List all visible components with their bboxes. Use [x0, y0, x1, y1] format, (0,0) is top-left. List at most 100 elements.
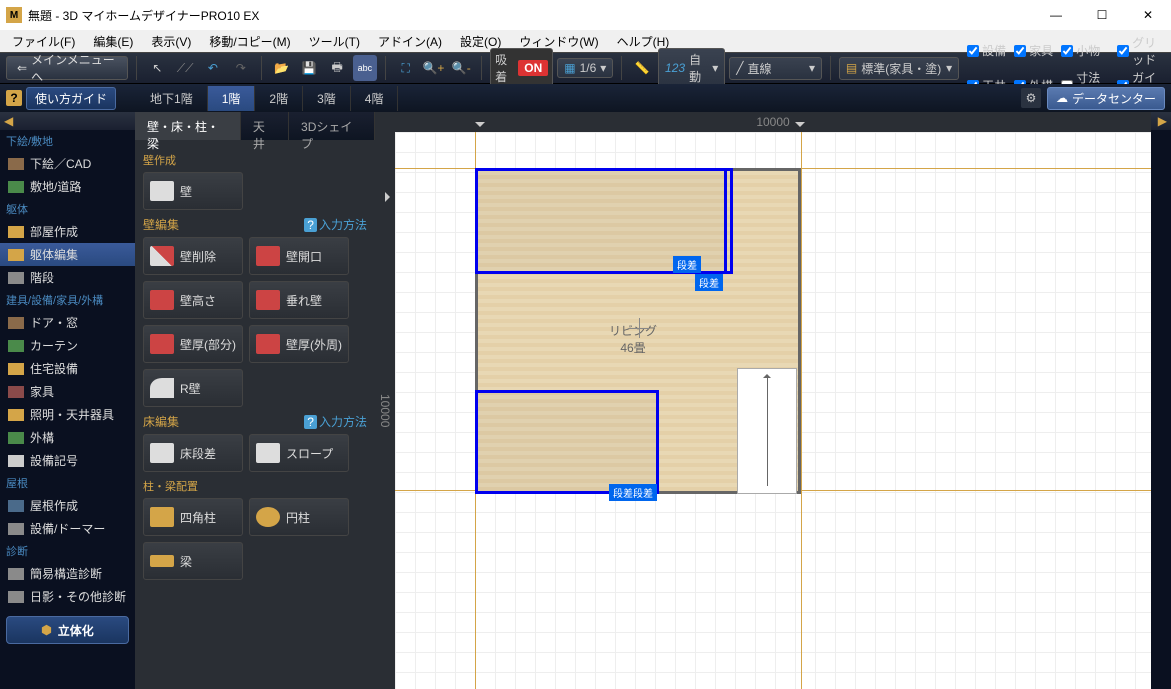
palette-tabs: 壁・床・柱・梁 天井 3Dシェイプ [135, 112, 375, 140]
redo-button[interactable]: ↷ [229, 55, 253, 81]
btn-wall-delete[interactable]: 壁削除 [143, 237, 243, 275]
btn-sq-column[interactable]: 四角柱 [143, 498, 243, 536]
pal-tab-ceiling[interactable]: 天井 [241, 112, 289, 140]
floor-1[interactable]: 1階 [208, 86, 256, 111]
nav-stair[interactable]: 階段 [0, 266, 135, 289]
help-icon[interactable]: ? [6, 90, 22, 106]
step-region-1b [719, 168, 733, 274]
guide-v2 [801, 132, 802, 689]
nav-room[interactable]: 部屋作成 [0, 220, 135, 243]
fit-button[interactable]: ⛶ [394, 55, 418, 81]
zoom-out-button[interactable]: 🔍- [449, 55, 473, 81]
nav-housing[interactable]: 住宅設備 [0, 357, 135, 380]
help-wall-edit[interactable]: ?入力方法 [304, 216, 367, 233]
btn-rd-column[interactable]: 円柱 [249, 498, 349, 536]
btn-slope[interactable]: スロープ [249, 434, 349, 472]
grid-icon: ▦ [564, 61, 575, 75]
sec-floor-edit: 床編集 ?入力方法 [143, 413, 367, 430]
nav-symbol[interactable]: 設備記号 [0, 449, 135, 472]
palette: 壁・床・柱・梁 天井 3Dシェイプ 壁作成 壁 壁編集 ?入力方法 壁削除 壁開… [135, 112, 375, 689]
nav-edit[interactable]: 躯体編集 [0, 243, 135, 266]
btn-wall-height[interactable]: 壁高さ [143, 281, 243, 319]
floor-2[interactable]: 2階 [255, 86, 303, 111]
btn-wall-thick-out[interactable]: 壁厚(外周) [249, 325, 349, 363]
floor-3[interactable]: 3階 [303, 86, 351, 111]
help-floor-edit[interactable]: ?入力方法 [304, 413, 367, 430]
snap-toggle[interactable]: 吸着 ON [490, 48, 553, 88]
nav-roof[interactable]: 屋根作成 [0, 494, 135, 517]
nav-door[interactable]: ドア・窓 [0, 311, 135, 334]
menu-move[interactable]: 移動/コピー(M) [201, 31, 298, 52]
num-icon: 123 [665, 61, 685, 75]
menu-tool[interactable]: ツール(T) [301, 31, 368, 52]
menu-edit[interactable]: 編集(E) [85, 31, 141, 52]
chevron-down-icon: ▾ [600, 61, 606, 75]
floor-4[interactable]: 4階 [351, 86, 399, 111]
arrow-icon [767, 376, 768, 486]
layer-dropdown[interactable]: ▤ 標準(家具・塗) ▾ [839, 57, 959, 80]
multi-tool[interactable]: ⟋⟋ [173, 55, 197, 81]
maximize-button[interactable]: ☐ [1079, 0, 1125, 30]
undo-button[interactable]: ↶ [201, 55, 225, 81]
nav-cad[interactable]: 下絵／CAD [0, 152, 135, 175]
arrow-left-icon: ⇐ [17, 61, 27, 75]
ruler-corner [375, 112, 395, 132]
menu-view[interactable]: 表示(V) [143, 31, 199, 52]
btn-floor-step[interactable]: 床段差 [143, 434, 243, 472]
zoom-in-button[interactable]: 🔍+ [422, 55, 446, 81]
grid-ratio-dropdown[interactable]: ▦ 1/6 ▾ [557, 58, 613, 78]
nav-dormer[interactable]: 設備/ドーマー [0, 517, 135, 540]
chk-grid[interactable]: グリッド [1117, 34, 1165, 68]
auto-dropdown[interactable]: 123 自動 ▾ [658, 48, 725, 88]
save-button[interactable]: 💾 [297, 55, 321, 81]
btn-wall[interactable]: 壁 [143, 172, 243, 210]
btn-wall-thick-part[interactable]: 壁厚(部分) [143, 325, 243, 363]
pal-tab-3dshape[interactable]: 3Dシェイプ [289, 112, 375, 140]
open-button[interactable]: 📂 [270, 55, 294, 81]
select-tool[interactable]: ↖ [145, 55, 169, 81]
ruler-tool[interactable]: 📏 [630, 55, 654, 81]
mainmenu-button[interactable]: ⇐ メインメニューへ [6, 56, 128, 80]
nav-site[interactable]: 敷地/道路 [0, 175, 135, 198]
print-button[interactable]: 🖶 [325, 55, 349, 81]
make-3d-button[interactable]: ⬢ 立体化 [6, 616, 129, 644]
titlebar: M 無題 - 3D マイホームデザイナーPRO10 EX — ☐ ✕ [0, 0, 1171, 30]
chk-furniture[interactable]: 家具 [1014, 34, 1053, 68]
chk-equipment[interactable]: 設備 [967, 34, 1006, 68]
btn-wall-opening[interactable]: 壁開口 [249, 237, 349, 275]
left-sidebar: ◀ 下絵/敷地 下絵／CAD 敷地/道路 躯体 部屋作成 躯体編集 階段 建具/… [0, 112, 135, 689]
close-button[interactable]: ✕ [1125, 0, 1171, 30]
ruler-horizontal: 10000 [395, 112, 1151, 132]
nav-exterior[interactable]: 外構 [0, 426, 135, 449]
pal-tab-wall[interactable]: 壁・床・柱・梁 [135, 112, 241, 140]
floor-b1[interactable]: 地下1階 [136, 86, 208, 111]
ruler-vertical: 10000 [375, 132, 395, 689]
minimize-button[interactable]: — [1033, 0, 1079, 30]
gear-icon[interactable]: ⚙ [1021, 88, 1041, 108]
nav-furniture[interactable]: 家具 [0, 380, 135, 403]
nav-hikage[interactable]: 日影・その他診断 [0, 585, 135, 608]
nav-lighting[interactable]: 照明・天井器具 [0, 403, 135, 426]
right-sidebar: ▶ [1151, 112, 1171, 689]
text-tool[interactable]: abc [353, 55, 377, 81]
chk-small[interactable]: 小物 [1061, 34, 1109, 68]
menu-file[interactable]: ファイル(F) [4, 31, 83, 52]
chevron-down-icon: ▾ [712, 61, 718, 75]
mainmenu-label: メインメニューへ [31, 51, 117, 85]
right-collapse[interactable]: ▶ [1151, 112, 1171, 130]
line-dropdown[interactable]: ╱ 直線 ▾ [729, 57, 822, 80]
nav-curtain[interactable]: カーテン [0, 334, 135, 357]
sidebar-collapse[interactable]: ◀ [0, 112, 135, 130]
nav-kani[interactable]: 簡易構造診断 [0, 562, 135, 585]
step-region-2[interactable] [475, 390, 659, 494]
datacenter-button[interactable]: ☁ データセンター [1047, 87, 1165, 110]
secondary-toolbar: ? 使い方ガイド 地下1階 1階 2階 3階 4階 ⚙ ☁ データセンター [0, 84, 1171, 112]
btn-r-wall[interactable]: R壁 [143, 369, 243, 407]
snap-label: 吸着 [495, 51, 514, 85]
btn-beam[interactable]: 梁 [143, 542, 243, 580]
canvas[interactable]: 10000 10000 段差 段差 段差段差 リビング [375, 112, 1151, 689]
usage-guide-button[interactable]: 使い方ガイド [26, 87, 116, 110]
viewport[interactable]: 段差 段差 段差段差 リビング 46畳 [395, 132, 1151, 689]
menu-addin[interactable]: アドイン(A) [370, 31, 450, 52]
btn-hang-wall[interactable]: 垂れ壁 [249, 281, 349, 319]
